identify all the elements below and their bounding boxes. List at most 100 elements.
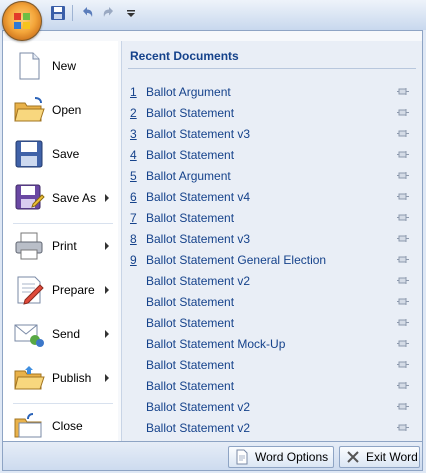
recent-document-item[interactable]: Ballot Statement bbox=[126, 312, 418, 333]
pin-icon[interactable] bbox=[396, 338, 410, 349]
submenu-arrow-icon bbox=[105, 286, 109, 294]
pin-icon[interactable] bbox=[396, 275, 410, 286]
pin-icon[interactable] bbox=[396, 401, 410, 412]
recent-documents-panel: Recent Documents 1 Ballot Argument 2 Ballot… bbox=[121, 41, 422, 441]
menu-footer: Word Options Exit Word bbox=[2, 442, 423, 471]
word-options-label: Word Options bbox=[255, 450, 329, 464]
office-button[interactable] bbox=[2, 1, 42, 41]
recent-document-number: 1 bbox=[130, 85, 137, 99]
recent-document-name: Ballot Argument bbox=[146, 169, 231, 183]
menu-item-new[interactable]: New bbox=[3, 45, 118, 87]
printer-icon bbox=[15, 232, 43, 260]
pin-icon[interactable] bbox=[396, 233, 410, 244]
menu-item-send[interactable]: Send bbox=[3, 313, 118, 355]
menu-item-print[interactable]: Print bbox=[3, 225, 118, 267]
save-icon[interactable] bbox=[50, 5, 66, 21]
menu-item-label: Print bbox=[52, 239, 77, 253]
pin-icon[interactable] bbox=[396, 296, 410, 307]
toolbar-separator bbox=[72, 5, 73, 21]
exit-word-button[interactable]: Exit Word bbox=[339, 446, 420, 468]
pin-icon[interactable] bbox=[396, 212, 410, 223]
recent-document-item[interactable]: 2 Ballot Statement bbox=[126, 102, 418, 123]
undo-icon[interactable] bbox=[79, 5, 95, 21]
menu-item-save[interactable]: Save bbox=[3, 133, 118, 175]
menu-item-label: Open bbox=[52, 103, 82, 117]
pin-icon[interactable] bbox=[396, 422, 410, 433]
menu-divider bbox=[13, 223, 113, 224]
pin-icon[interactable] bbox=[396, 254, 410, 265]
exit-x-icon bbox=[347, 451, 359, 463]
menu-divider bbox=[13, 403, 113, 404]
pin-icon[interactable] bbox=[396, 191, 410, 202]
recent-document-item[interactable]: 9 Ballot Statement General Election bbox=[126, 249, 418, 270]
recent-document-name: Ballot Statement v3 bbox=[146, 127, 251, 141]
recent-document-name: Ballot Statement v3 bbox=[146, 232, 251, 246]
recent-document-number: 5 bbox=[130, 169, 137, 183]
recent-document-item[interactable]: 5 Ballot Argument bbox=[126, 165, 418, 186]
recent-document-name: Ballot Statement v2 bbox=[146, 274, 251, 288]
recent-document-name: Ballot Statement bbox=[146, 295, 235, 309]
recent-document-item[interactable]: 6 Ballot Statement v4 bbox=[126, 186, 418, 207]
recent-document-number: 6 bbox=[130, 190, 137, 204]
menu-item-label: Prepare bbox=[52, 283, 95, 297]
quick-access-icons bbox=[50, 5, 139, 21]
recent-document-item[interactable]: 3 Ballot Statement v3 bbox=[126, 123, 418, 144]
recent-document-item[interactable]: 4 Ballot Statement bbox=[126, 144, 418, 165]
pin-icon[interactable] bbox=[396, 170, 410, 181]
pin-icon[interactable] bbox=[396, 149, 410, 160]
recent-document-name: Ballot Statement v2 bbox=[146, 400, 251, 414]
menu-item-label: Save As bbox=[52, 191, 97, 205]
recent-document-number: 9 bbox=[130, 253, 137, 267]
recent-document-name: Ballot Statement bbox=[146, 316, 235, 330]
customize-toolbar-icon[interactable] bbox=[123, 5, 139, 21]
office-menu: New Open Save Save As Print Prepare Send… bbox=[2, 30, 423, 442]
menu-item-close[interactable]: Close bbox=[3, 405, 118, 447]
menu-item-publish[interactable]: Publish bbox=[3, 357, 118, 399]
recent-document-name: Ballot Statement v4 bbox=[146, 190, 251, 204]
submenu-arrow-icon bbox=[105, 242, 109, 250]
pin-icon[interactable] bbox=[396, 317, 410, 328]
recent-document-number: 2 bbox=[130, 106, 137, 120]
prepare-icon bbox=[17, 276, 44, 305]
recent-document-item[interactable]: 8 Ballot Statement v3 bbox=[126, 228, 418, 249]
recent-document-name: Ballot Statement bbox=[146, 106, 235, 120]
word-options-button[interactable]: Word Options bbox=[228, 446, 334, 468]
redo-icon[interactable] bbox=[101, 5, 117, 21]
pin-icon[interactable] bbox=[396, 128, 410, 139]
menu-item-label: Save bbox=[52, 147, 80, 161]
office-logo-icon bbox=[14, 13, 30, 29]
recent-document-item[interactable]: 1 Ballot Argument bbox=[126, 81, 418, 102]
pin-icon[interactable] bbox=[396, 107, 410, 118]
recent-document-item[interactable]: Ballot Statement bbox=[126, 375, 418, 396]
submenu-arrow-icon bbox=[105, 374, 109, 382]
recent-document-item[interactable]: Ballot Statement v2 bbox=[126, 270, 418, 291]
recent-document-item[interactable]: 7 Ballot Statement bbox=[126, 207, 418, 228]
recent-document-number: 8 bbox=[130, 232, 137, 246]
send-icon bbox=[14, 324, 44, 347]
recent-document-name: Ballot Statement bbox=[146, 358, 235, 372]
menu-item-label: Close bbox=[52, 419, 83, 433]
recent-document-item[interactable]: Ballot Statement v2 bbox=[126, 417, 418, 438]
menu-item-label: Publish bbox=[52, 371, 92, 385]
menu-item-label: Send bbox=[52, 327, 81, 341]
recent-document-name: Ballot Statement bbox=[146, 148, 235, 162]
quick-access-toolbar bbox=[0, 0, 426, 30]
open-folder-icon bbox=[14, 97, 45, 122]
recent-document-item[interactable]: Ballot Statement v2 bbox=[126, 396, 418, 417]
menu-item-open[interactable]: Open bbox=[3, 89, 118, 131]
recent-document-name: Ballot Statement General Election bbox=[146, 253, 327, 267]
recent-document-name: Ballot Statement Mock-Up bbox=[146, 337, 286, 351]
menu-item-label: New bbox=[52, 59, 77, 73]
recent-document-item[interactable]: Ballot Statement bbox=[126, 354, 418, 375]
menu-item-save-as[interactable]: Save As bbox=[3, 177, 118, 219]
options-document-icon bbox=[236, 449, 248, 465]
pin-icon[interactable] bbox=[396, 86, 410, 97]
pin-icon[interactable] bbox=[396, 380, 410, 391]
recent-document-name: Ballot Statement bbox=[146, 211, 235, 225]
submenu-arrow-icon bbox=[105, 194, 109, 202]
menu-item-prepare[interactable]: Prepare bbox=[3, 269, 118, 311]
recent-document-item[interactable]: Ballot Statement bbox=[126, 291, 418, 312]
pin-icon[interactable] bbox=[396, 359, 410, 370]
recent-document-item[interactable]: Ballot Statement Mock-Up bbox=[126, 333, 418, 354]
close-folder-icon bbox=[14, 413, 42, 438]
